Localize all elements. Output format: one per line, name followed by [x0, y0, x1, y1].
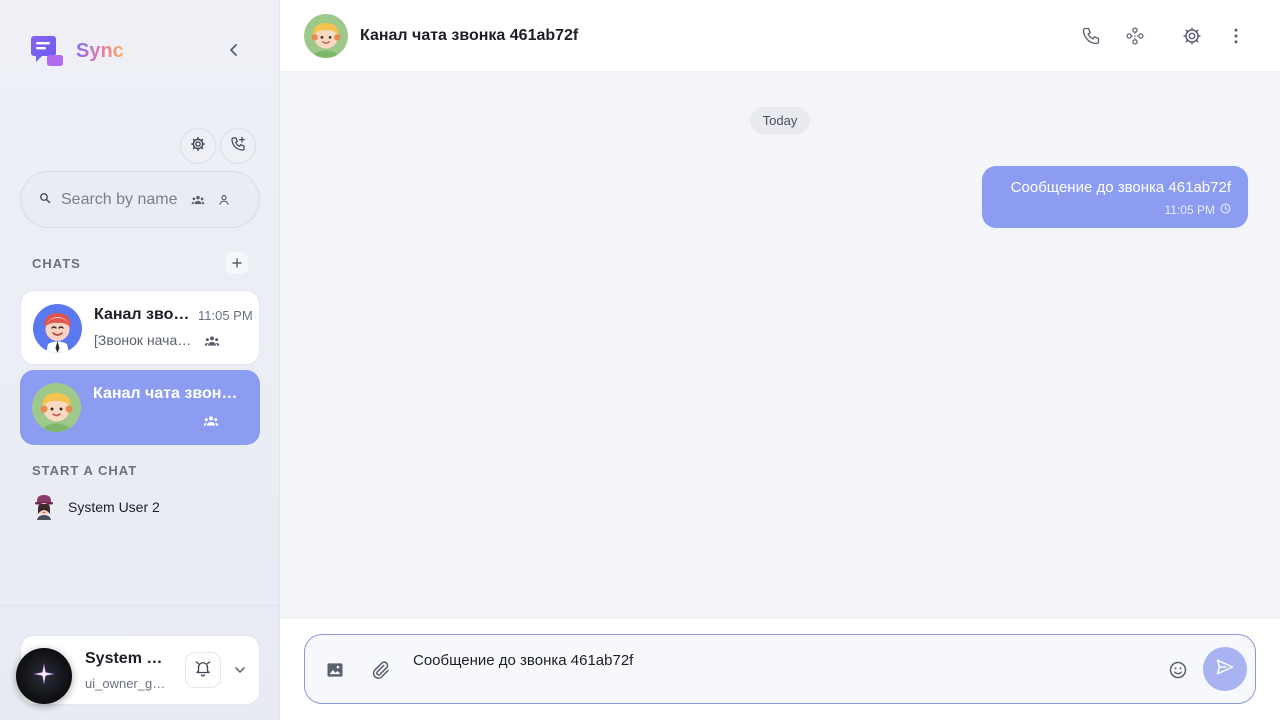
phone-icon[interactable] — [1081, 26, 1101, 46]
chat-title: Канал зво… — [94, 306, 190, 323]
group-chat-icon — [203, 414, 219, 428]
collapse-sidebar-icon[interactable] — [226, 42, 242, 58]
date-divider: Today — [750, 107, 810, 134]
sidebar: Sync CHATS — [0, 0, 280, 720]
plus-icon — [232, 256, 242, 271]
message-input[interactable] — [413, 652, 1153, 669]
members-icon[interactable] — [1125, 26, 1145, 46]
channel-title: Канал чата звонка 461ab72f — [360, 27, 579, 44]
sparkle-icon — [32, 662, 56, 691]
search-input[interactable] — [61, 190, 179, 209]
chat-time: 11:05 PM — [198, 308, 253, 323]
message-text: Сообщение до звонка 461ab72f — [1010, 179, 1231, 196]
chat-item[interactable]: Канал зво… 11:05 PM [Звонок нача… — [20, 290, 260, 365]
avatar — [32, 383, 81, 432]
search-icon — [39, 191, 51, 209]
chevron-down-icon[interactable] — [233, 663, 247, 677]
chat-item-active[interactable]: Канал чата звонк… — [20, 370, 260, 445]
chat-title: Канал чата звонк… — [93, 385, 245, 402]
message-time: 11:05 PM — [1164, 203, 1215, 217]
chat-preview: [Звонок нача… — [94, 332, 192, 348]
assistant-orb-button[interactable] — [16, 648, 72, 704]
add-chat-button[interactable] — [226, 252, 248, 274]
start-chat-user[interactable]: System User 2 — [32, 494, 160, 520]
avatar — [33, 304, 82, 353]
chat-header: Канал чата звонка 461ab72f — [280, 0, 1280, 72]
chat-panel: Канал чата звонка 461ab72f Today Сообщен… — [280, 0, 1280, 720]
emoji-icon[interactable] — [1168, 660, 1188, 680]
filter-groups-icon[interactable] — [191, 193, 205, 207]
send-icon — [1215, 657, 1235, 682]
group-chat-icon — [204, 334, 220, 348]
phone-plus-icon — [230, 136, 246, 157]
image-icon[interactable] — [325, 660, 345, 680]
attachment-icon[interactable] — [370, 660, 390, 680]
gear-icon[interactable] — [1182, 26, 1202, 46]
pending-clock-icon — [1215, 203, 1231, 217]
message-composer — [304, 634, 1256, 704]
search-box — [20, 171, 260, 228]
start-chat-user-label: System User 2 — [68, 499, 160, 515]
notifications-button[interactable] — [185, 652, 221, 688]
message-bubble-outgoing[interactable]: Сообщение до звонка 461ab72f 11:05 PM — [982, 166, 1248, 228]
composer-area — [280, 617, 1280, 720]
sync-logo-icon — [30, 34, 64, 68]
more-vertical-icon[interactable] — [1226, 26, 1246, 46]
brand-name: Sync — [76, 39, 124, 62]
start-chat-section-label: START A CHAT — [32, 463, 138, 478]
settings-button[interactable] — [180, 128, 216, 164]
new-call-button[interactable] — [220, 128, 256, 164]
current-user-name: System U… — [85, 650, 173, 667]
brand[interactable]: Sync — [30, 34, 124, 68]
gear-icon — [190, 136, 206, 157]
filter-users-icon[interactable] — [217, 193, 231, 207]
bell-off-icon — [194, 659, 212, 682]
channel-avatar[interactable] — [304, 14, 348, 58]
current-user-id: ui_owner_g… — [85, 676, 166, 691]
chats-section-label: CHATS — [32, 256, 81, 271]
send-button[interactable] — [1203, 647, 1247, 691]
avatar — [32, 494, 56, 520]
message-meta: 11:05 PM — [1165, 203, 1231, 217]
